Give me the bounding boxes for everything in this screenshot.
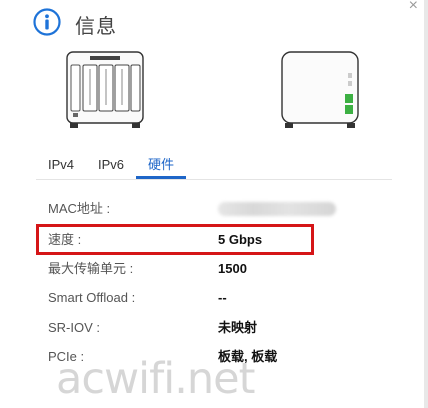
dialog-title: 信息 xyxy=(75,16,117,38)
scrollbar-edge xyxy=(424,0,428,408)
mtu-label: 最大传输单元 : xyxy=(48,261,134,276)
nas-back-image xyxy=(281,51,359,128)
tab-bar: IPv4 IPv6 硬件 xyxy=(36,153,187,179)
mtu-value: 1500 xyxy=(218,261,247,276)
mac-label: MAC地址 : xyxy=(48,201,111,216)
nas-front-image xyxy=(66,51,144,128)
watermark: acwifi.net xyxy=(56,354,255,404)
info-icon xyxy=(33,8,61,36)
tab-divider xyxy=(36,179,392,180)
info-dialog: × 信息 IPv4 IPv6 硬件 MAC地址 : 速度: 5 Gbps 最大… xyxy=(0,0,428,408)
tab-ipv6[interactable]: IPv6 xyxy=(86,153,136,179)
sr-iov-label: SR-IOV : xyxy=(48,320,101,335)
smart-offload-value: -- xyxy=(218,290,227,305)
close-icon[interactable]: × xyxy=(409,0,418,14)
sr-iov-value: 未映射 xyxy=(218,320,258,335)
mac-value-blurred xyxy=(218,202,336,216)
row-sr-iov: SR-IOV : 未映射 xyxy=(48,318,378,338)
tab-ipv4[interactable]: IPv4 xyxy=(36,153,86,179)
tab-hardware[interactable]: 硬件 xyxy=(136,153,187,179)
row-mac: MAC地址 : xyxy=(48,199,378,219)
smart-offload-label: Smart Offload : xyxy=(48,290,136,305)
row-smart-offload: Smart Offload : -- xyxy=(48,288,378,308)
speed-highlight-box xyxy=(36,224,314,255)
row-mtu: 最大传输单元 : 1500 xyxy=(48,259,378,279)
